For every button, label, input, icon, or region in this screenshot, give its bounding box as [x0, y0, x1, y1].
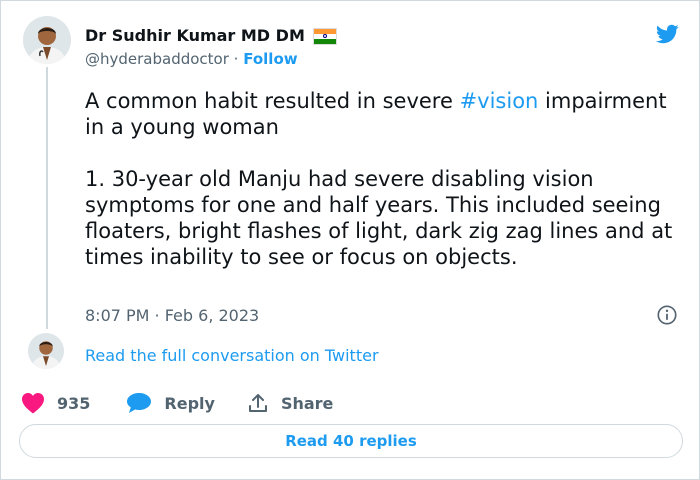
tweet-actions-bar: 935 Reply Share	[21, 390, 333, 416]
info-icon[interactable]	[656, 304, 678, 326]
tweet-paragraph-2: 1. 30-year old Manju had severe disablin…	[85, 167, 673, 269]
india-flag-icon	[314, 29, 336, 44]
tweet-timestamp[interactable]: 8:07 PM · Feb 6, 2023	[85, 306, 259, 325]
author-avatar-small[interactable]	[28, 333, 64, 369]
twitter-bird-icon[interactable]	[653, 22, 681, 46]
read-replies-button[interactable]: Read 40 replies	[19, 424, 683, 458]
author-handle[interactable]: @hyderabaddoctor	[85, 50, 229, 68]
reply-label: Reply	[164, 393, 215, 413]
thread-connector-line	[46, 67, 48, 329]
speech-bubble-icon	[127, 393, 152, 413]
tweet-embed-card: Dr Sudhir Kumar MD DM @hyderabaddoctor ·…	[0, 0, 700, 480]
doctor-avatar-icon	[28, 333, 64, 369]
author-avatar[interactable]	[23, 16, 71, 64]
share-upload-icon	[248, 394, 267, 412]
heart-icon	[22, 393, 44, 414]
share-button[interactable]: Share	[247, 392, 333, 414]
reply-button[interactable]: Reply	[126, 392, 215, 414]
follow-link[interactable]: Follow	[243, 50, 297, 68]
author-handle-row: @hyderabaddoctor · Follow	[85, 50, 298, 68]
tweet-paragraph-1: A common habit resulted in severe #visio…	[85, 88, 675, 140]
like-count: 935	[57, 393, 91, 413]
doctor-avatar-icon	[23, 16, 71, 64]
tweet-text-part: A common habit resulted in severe	[85, 89, 460, 113]
share-label: Share	[280, 393, 334, 413]
handle-separator: ·	[228, 50, 244, 68]
like-button[interactable]: 935	[21, 392, 90, 414]
author-name[interactable]: Dr Sudhir Kumar MD DM	[85, 26, 305, 45]
read-replies-label: Read 40 replies	[285, 432, 417, 450]
tweet-text: A common habit resulted in severe #visio…	[85, 88, 675, 270]
read-conversation-link[interactable]: Read the full conversation on Twitter	[85, 346, 379, 365]
hashtag-link[interactable]: #vision	[460, 89, 539, 113]
